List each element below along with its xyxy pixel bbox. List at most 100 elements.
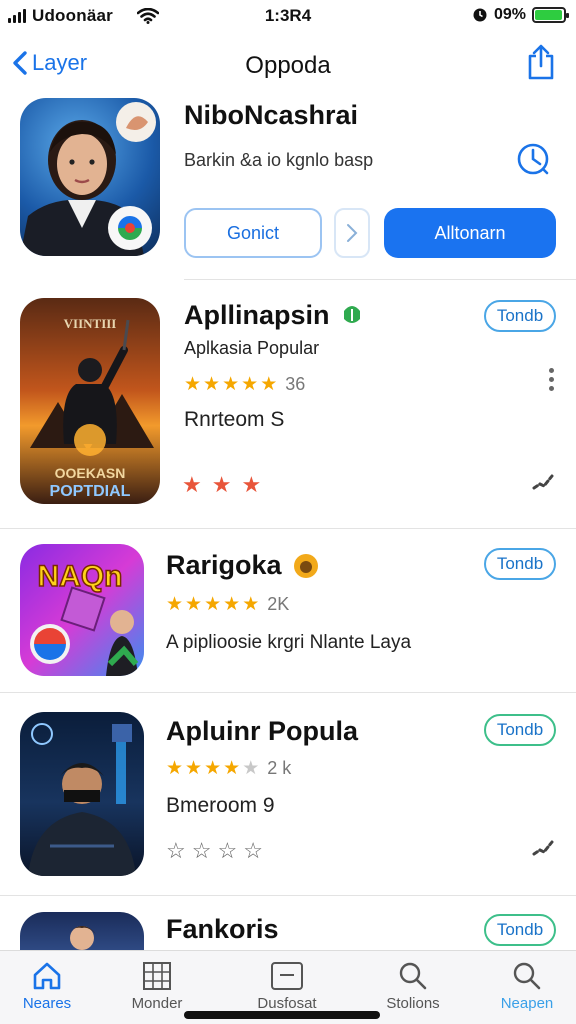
rating: ★ ★ ★ ★ ★ 2 k (166, 758, 291, 779)
navigation-bar: Layer Oppoda (0, 36, 576, 96)
chevron-button[interactable] (334, 208, 370, 258)
list-item[interactable]: Apluinr Popula ★ ★ ★ ★ ★ 2 k Bmeroom 9 Tondb… (0, 708, 576, 894)
star-icon: ★ (242, 758, 260, 779)
app-name: Fankoris (166, 914, 279, 944)
tab-label: Monder (131, 995, 183, 1012)
connect-button[interactable]: Gonict (184, 208, 322, 258)
app-detail: Rnrteom S (184, 408, 285, 431)
share-icon (528, 44, 554, 80)
tab-label: Neapen (500, 995, 554, 1012)
woman-portrait-image (20, 102, 156, 256)
art-title-top: VIINTIII (64, 316, 117, 331)
rating-count: 2 k (267, 758, 292, 778)
tab-home[interactable]: Neares (0, 959, 102, 1012)
home-indicator[interactable] (184, 1011, 380, 1019)
app-name-row: Rarigoka (166, 550, 320, 581)
star-icon: ★ (223, 758, 241, 779)
app-icon[interactable]: NAQn (20, 544, 144, 676)
star-icon: ★ (242, 594, 260, 615)
tab-label: Stolions (386, 995, 440, 1012)
compass-icon (517, 143, 549, 175)
mini-star: ☆ (191, 838, 212, 863)
grid-icon (143, 962, 171, 990)
star-icon: ★ (203, 374, 221, 395)
status-right: 09% (472, 6, 569, 24)
tab-search[interactable]: Stolions (358, 959, 468, 1012)
featured-app-subtitle: Barkin &a io kgnlo basp (184, 150, 374, 170)
star-icon: ★ (185, 594, 203, 615)
list-item[interactable]: Fankoris Tondb (0, 910, 576, 972)
art-title-bottom-1: OOEKASN (55, 465, 126, 481)
star-icon: ★ (185, 758, 203, 779)
divider (184, 279, 576, 280)
star-icon: ★ (204, 758, 222, 779)
mini-star-row: ☆ ☆ ☆ ☆ (166, 838, 263, 864)
star-rating: ★ ★ ★ ★ ★ (184, 375, 277, 394)
list-item[interactable]: NAQn Rarigoka ★ ★ ★ ★ ★ 2K A piplioosie krgr… (0, 542, 576, 690)
featured-app: NiboNcashrai Barkin &a io kgnlo basp Gon… (0, 96, 576, 280)
star-icon: ★ (204, 594, 222, 615)
get-button[interactable]: Tondb (484, 714, 556, 746)
get-button[interactable]: Tondb (484, 300, 556, 332)
lion-badge-icon (293, 553, 318, 578)
tab-search-secondary[interactable]: Neapen (472, 959, 576, 1012)
star-rating: ★ ★ ★ ★ ★ (166, 595, 259, 614)
star-icon: ★ (222, 374, 240, 395)
star-rating: ★ ★ ★ ★ ★ (166, 759, 259, 778)
ninja-artwork-image (28, 723, 136, 876)
tab-grid[interactable]: Monder (102, 959, 212, 1012)
tab-tray[interactable]: Dusfosat (232, 959, 342, 1012)
art-title-bottom-2: POPTDIAL (50, 483, 131, 500)
tab-label: Dusfosat (257, 995, 317, 1012)
art-title: NAQn (38, 560, 123, 593)
alarm-icon (473, 8, 487, 22)
app-name-row: Apllinapsin (184, 300, 364, 331)
mini-star: ★ (211, 472, 232, 497)
rating: ★ ★ ★ ★ ★ 36 (184, 374, 305, 395)
app-subtitle: Aplkasia Popular (184, 338, 320, 358)
star-icon: ★ (260, 374, 278, 395)
star-icon: ★ (166, 758, 184, 779)
star-icon: ★ (223, 594, 241, 615)
divider (0, 528, 576, 529)
leaf-badge-icon (343, 305, 360, 323)
install-button[interactable]: Alltonarn (384, 208, 556, 258)
home-icon (33, 962, 61, 990)
compass-button[interactable] (516, 142, 550, 181)
app-icon[interactable]: VIINTIII OOEKASN POPTDIAL (20, 298, 160, 504)
battery-level (535, 10, 562, 20)
external-link-icon[interactable] (532, 838, 554, 858)
get-button[interactable]: Tondb (484, 548, 556, 580)
app-icon[interactable] (20, 712, 144, 876)
app-name: Rarigoka (166, 550, 282, 580)
tab-label: Neares (22, 995, 72, 1012)
status-bar: Udoonäar 1:3R4 09% (0, 0, 576, 32)
star-icon: ★ (184, 374, 202, 395)
game-artwork-image: NAQn (30, 559, 139, 676)
divider (0, 692, 576, 693)
rating-count: 2K (267, 594, 290, 614)
external-link-icon[interactable] (532, 472, 554, 492)
app-detail: Bmeroom 9 (166, 794, 275, 817)
list-item[interactable]: VIINTIII OOEKASN POPTDIAL Apllinapsin Ap… (0, 296, 576, 526)
search-icon (399, 962, 427, 990)
more-options-icon[interactable] (549, 368, 554, 391)
mini-star: ★ (241, 472, 262, 497)
mini-star: ★ (182, 472, 202, 497)
divider (0, 895, 576, 896)
featured-app-name: NiboNcashrai (184, 100, 359, 130)
portrait-artwork-image (68, 926, 96, 950)
featured-app-icon[interactable] (20, 98, 160, 256)
get-button[interactable]: Tondb (484, 914, 556, 946)
page-title: Oppoda (245, 52, 331, 79)
rating: ★ ★ ★ ★ ★ 2K (166, 594, 289, 615)
mini-star: ☆ (166, 838, 186, 863)
app-name: Apllinapsin (184, 300, 330, 330)
warrior-artwork-image: VIINTIII OOEKASN POPTDIAL (30, 316, 154, 500)
tray-icon (271, 962, 303, 990)
mini-star-row: ★ ★ ★ (182, 472, 261, 498)
share-button[interactable] (526, 44, 556, 85)
mini-star: ☆ (243, 838, 263, 863)
star-icon: ★ (241, 374, 259, 395)
chevron-right-icon (347, 224, 358, 242)
